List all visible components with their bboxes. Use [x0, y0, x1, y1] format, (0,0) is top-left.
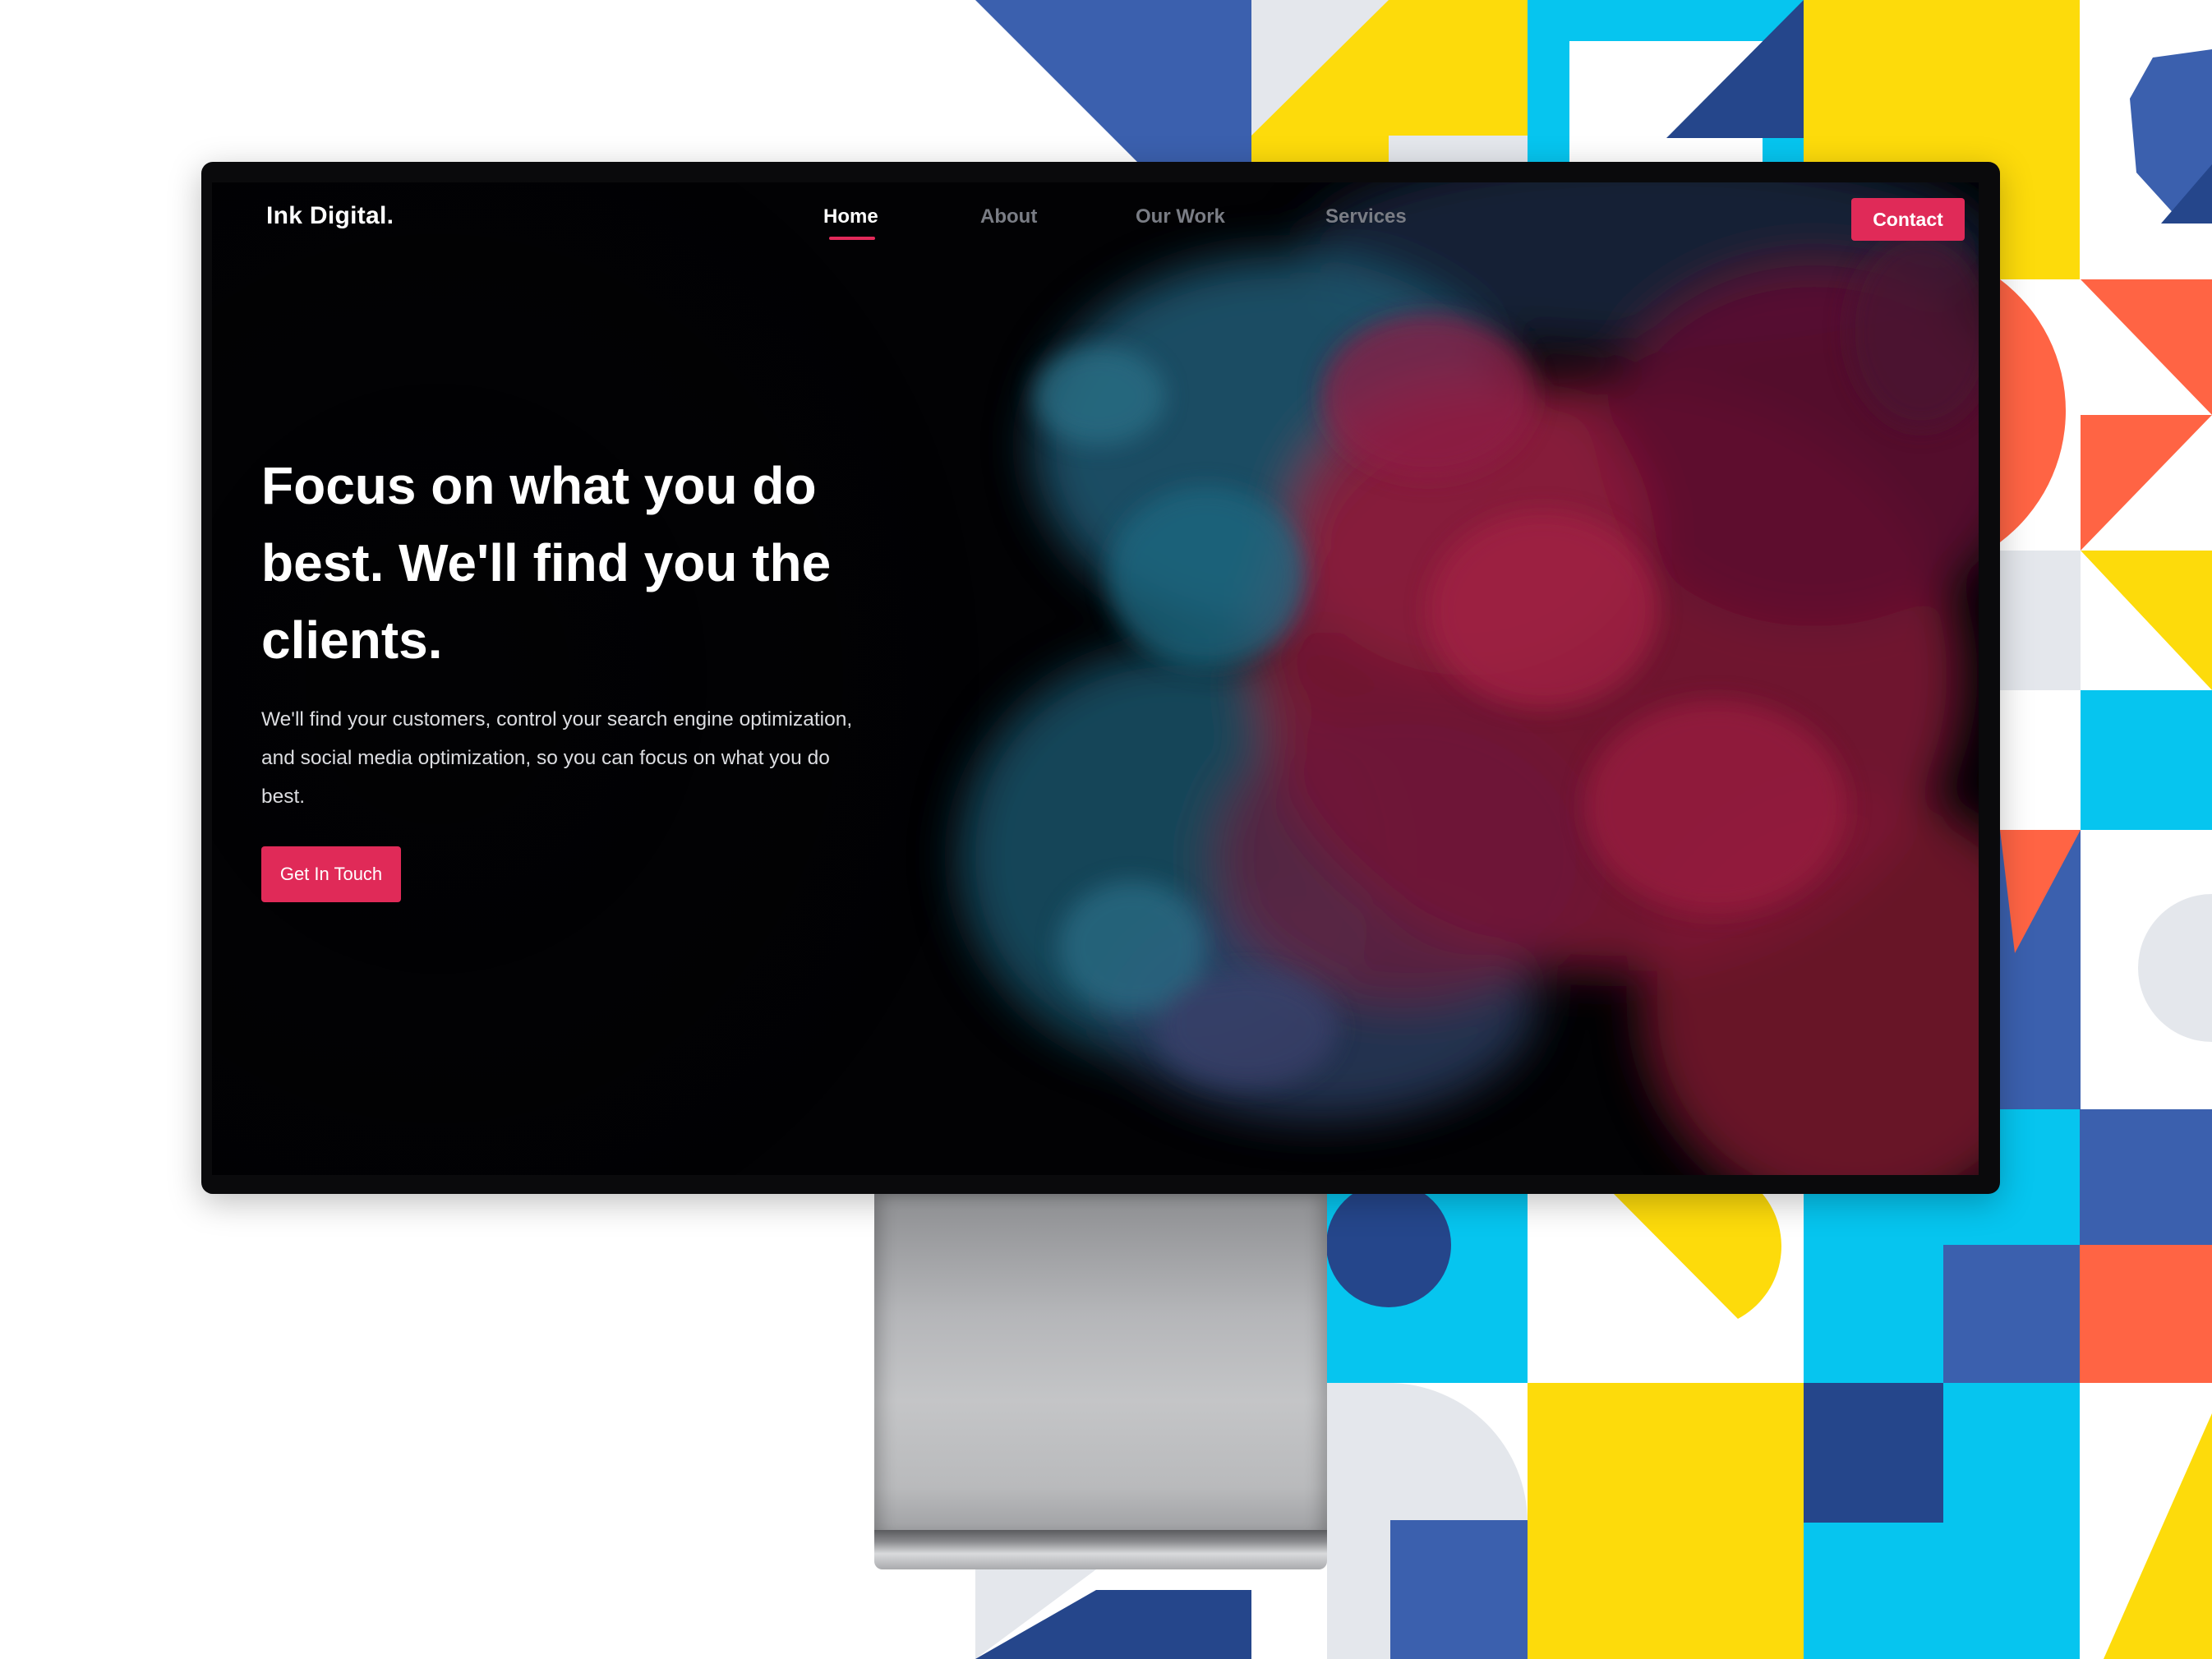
monitor-stand-base — [874, 1530, 1327, 1569]
website-screen: Ink Digital. Home About Our Work Service… — [212, 182, 1979, 1175]
nav-our-work[interactable]: Our Work — [1136, 205, 1225, 228]
hero-title: Focus on what you do best. We'll find yo… — [261, 456, 832, 670]
get-in-touch-button[interactable]: Get In Touch — [261, 846, 401, 902]
nav-active-indicator — [829, 237, 875, 240]
contact-button[interactable]: Contact — [1851, 198, 1965, 241]
ink-smoke-image — [212, 182, 1979, 1175]
nav-home[interactable]: Home — [823, 205, 878, 228]
nav-about[interactable]: About — [980, 205, 1037, 228]
nav-services[interactable]: Services — [1325, 205, 1407, 228]
hero-subtitle: We'll find your customers, control your … — [261, 708, 853, 808]
monitor-stand — [874, 1194, 1327, 1539]
site-logo[interactable]: Ink Digital. — [266, 202, 394, 230]
